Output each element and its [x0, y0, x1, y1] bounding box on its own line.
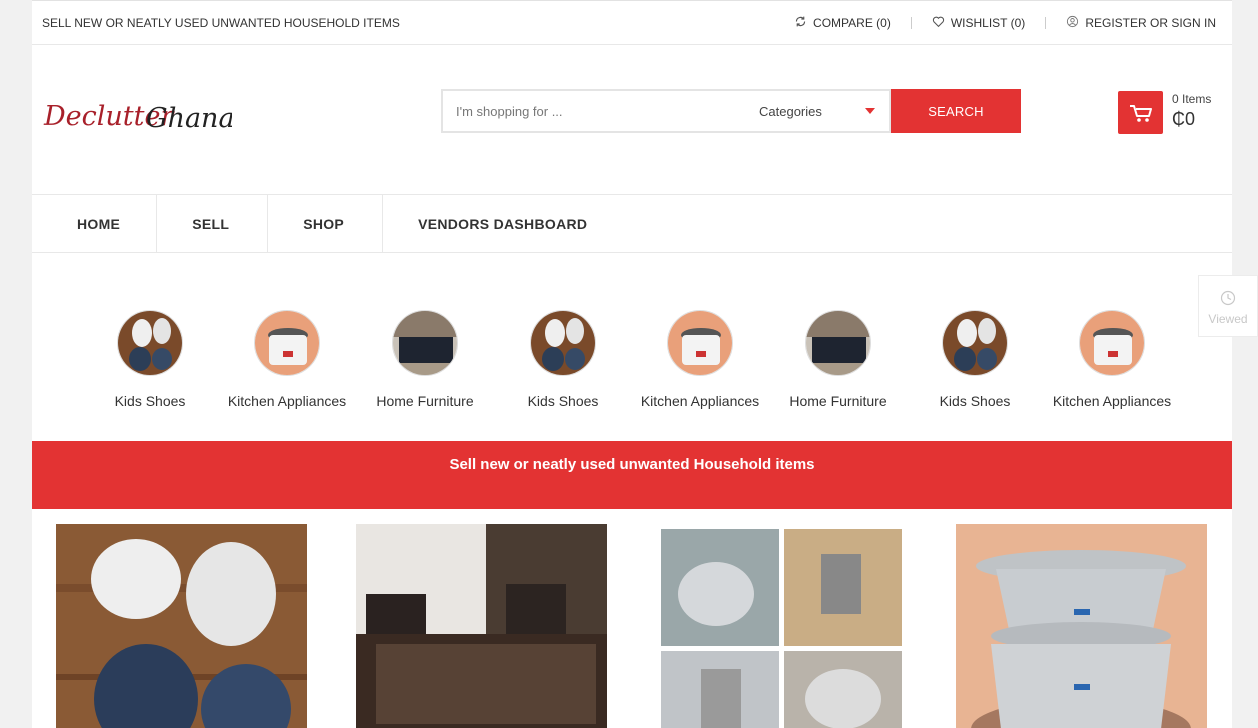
cart-info: 0 Items ₵0: [1172, 92, 1211, 134]
furniture-thumbnail: [805, 310, 871, 376]
refresh-icon: [794, 15, 807, 31]
caret-down-icon: [865, 108, 875, 114]
product-image-furniture[interactable]: [356, 524, 607, 728]
category-item[interactable]: Kids Shoes: [493, 310, 633, 409]
shoes-thumbnail: [117, 310, 183, 376]
nav-sell[interactable]: SELL: [157, 195, 269, 252]
nav-home[interactable]: HOME: [32, 195, 158, 252]
category-label: Kitchen Appliances: [1052, 393, 1172, 409]
furniture-thumbnail: [392, 310, 458, 376]
divider: [910, 16, 912, 29]
category-label: Kids Shoes: [939, 393, 1011, 409]
top-links: COMPARE (0) WISHLIST (0) REGISTER OR SIG…: [794, 15, 1216, 31]
logo-text-ghana: Ghana: [146, 103, 232, 134]
category-carousel: Kids Shoes Kitchen Appliances Home Furni…: [32, 310, 1232, 410]
category-item[interactable]: Home Furniture: [355, 310, 495, 409]
product-image-blender[interactable]: [656, 524, 907, 728]
account-link[interactable]: REGISTER OR SIGN IN: [1066, 15, 1216, 31]
page: SELL NEW OR NEATLY USED UNWANTED HOUSEHO…: [32, 0, 1232, 728]
account-label: REGISTER OR SIGN IN: [1085, 15, 1216, 30]
category-label: Home Furniture: [376, 393, 474, 409]
tagline: SELL NEW OR NEATLY USED UNWANTED HOUSEHO…: [42, 15, 400, 30]
shopping-cart-icon[interactable]: [1118, 91, 1163, 134]
category-item[interactable]: Kitchen Appliances: [1042, 310, 1182, 409]
heart-icon: [932, 15, 945, 31]
logo[interactable]: Declutter Ghana: [42, 91, 235, 151]
viewed-label: Viewed: [1208, 312, 1248, 326]
header: Declutter Ghana Categories SEARCH 0 Item…: [32, 45, 1232, 195]
product-image-shoes[interactable]: [56, 524, 307, 728]
search-button[interactable]: SEARCH: [891, 89, 1021, 133]
shoes-thumbnail: [942, 310, 1008, 376]
category-item[interactable]: Kids Shoes: [905, 310, 1045, 409]
nav-vendors-dashboard[interactable]: VENDORS DASHBOARD: [383, 195, 622, 252]
clock-icon: [1220, 290, 1236, 306]
compare-label: COMPARE (0): [813, 15, 891, 30]
cooker-thumbnail: [254, 310, 320, 376]
category-item[interactable]: Kitchen Appliances: [630, 310, 770, 409]
category-select[interactable]: Categories: [741, 89, 891, 133]
wishlist-label: WISHLIST (0): [950, 15, 1026, 30]
top-bar: SELL NEW OR NEATLY USED UNWANTED HOUSEHO…: [32, 0, 1232, 45]
cart[interactable]: 0 Items ₵0: [1118, 91, 1211, 134]
category-label: Kitchen Appliances: [640, 393, 760, 409]
cooker-thumbnail: [667, 310, 733, 376]
category-item[interactable]: Kids Shoes: [80, 310, 220, 409]
divider: [1045, 16, 1047, 29]
user-icon: [1066, 15, 1079, 31]
search-input[interactable]: [441, 89, 741, 133]
recently-viewed-widget[interactable]: Viewed: [1198, 275, 1258, 337]
logo-image: Declutter Ghana: [43, 101, 235, 134]
shoes-thumbnail: [530, 310, 596, 376]
compare-link[interactable]: COMPARE (0): [794, 15, 891, 31]
promo-banner: Sell new or neatly used unwanted Househo…: [32, 441, 1232, 509]
category-label: Home Furniture: [789, 393, 887, 409]
cart-total: ₵0: [1172, 109, 1196, 129]
category-select-label: Categories: [759, 103, 822, 119]
category-label: Kids Shoes: [114, 393, 186, 409]
nav-shop[interactable]: SHOP: [268, 195, 384, 252]
search-bar: Categories SEARCH: [441, 89, 1021, 133]
category-label: Kids Shoes: [527, 393, 599, 409]
product-image-pots[interactable]: [956, 524, 1207, 728]
category-item[interactable]: Kitchen Appliances: [217, 310, 357, 409]
cart-count: 0 Items: [1172, 92, 1212, 106]
wishlist-link[interactable]: WISHLIST (0): [932, 15, 1025, 31]
category-label: Kitchen Appliances: [227, 393, 347, 409]
main-nav: HOME SELL SHOP VENDORS DASHBOARD: [32, 195, 1232, 253]
category-item[interactable]: Home Furniture: [768, 310, 908, 409]
cooker-thumbnail: [1079, 310, 1145, 376]
